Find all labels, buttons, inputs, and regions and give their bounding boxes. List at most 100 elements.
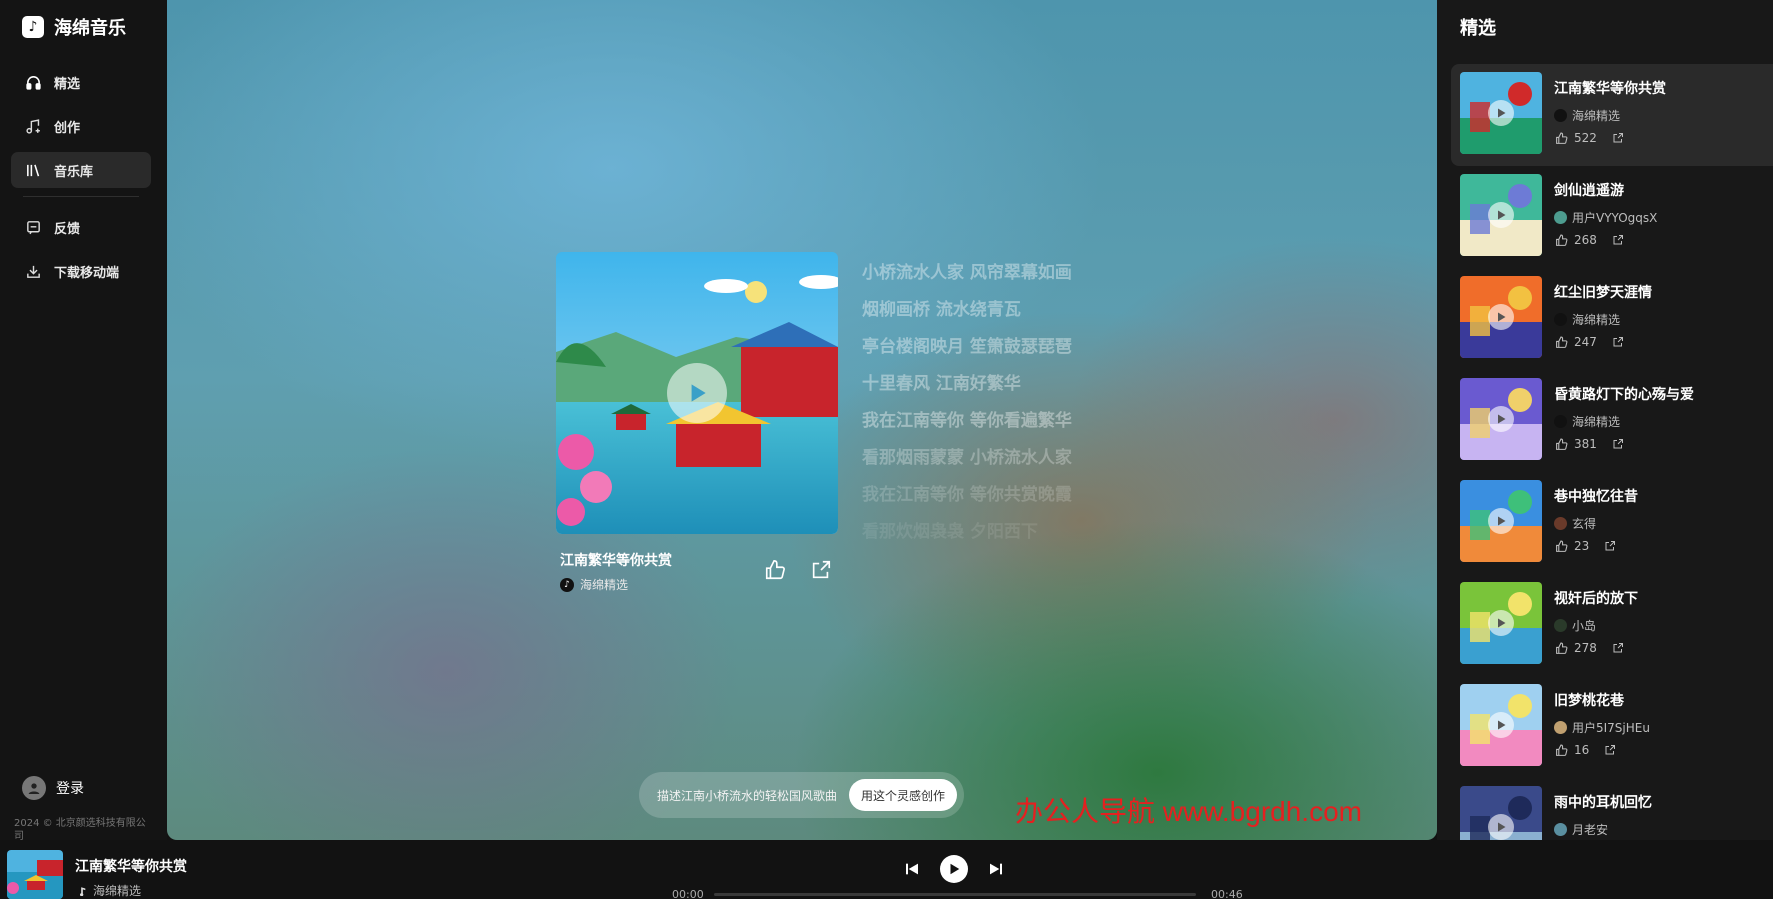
featured-title[interactable]: 旧梦桃花巷 — [1554, 690, 1624, 710]
featured-title[interactable]: 红尘旧梦天涯情 — [1554, 282, 1652, 302]
panel-title: 精选 — [1460, 18, 1496, 39]
library-icon — [24, 161, 42, 179]
play-icon — [1498, 618, 1506, 628]
share-icon — [1613, 133, 1623, 143]
featured-item[interactable]: 昏黄路灯下的心殇与爱 海绵精选 381 — [1451, 370, 1773, 472]
login-button[interactable]: 登录 — [22, 776, 84, 800]
play-icon — [950, 863, 960, 875]
sidebar-item-download[interactable]: 下载移动端 — [11, 253, 151, 289]
share-button[interactable] — [1603, 743, 1617, 757]
featured-author[interactable]: 月老安 — [1554, 821, 1608, 838]
album-cover[interactable] — [556, 252, 838, 534]
featured-play-button[interactable] — [1488, 406, 1514, 432]
featured-author[interactable]: 玄得 — [1554, 515, 1596, 532]
featured-play-button[interactable] — [1488, 202, 1514, 228]
featured-thumbnail[interactable] — [1460, 582, 1542, 664]
skip-forward-icon — [990, 863, 1002, 875]
like-button[interactable] — [1554, 335, 1568, 349]
prompt-text: 描述江南小桥流水的轻松国风歌曲 — [657, 788, 838, 803]
like-button[interactable] — [1554, 437, 1568, 451]
featured-title[interactable]: 巷中独忆往昔 — [1554, 486, 1638, 506]
play-icon — [1498, 516, 1506, 526]
featured-thumbnail[interactable] — [1460, 174, 1542, 256]
sidebar-item-library[interactable]: 音乐库 — [11, 152, 151, 188]
featured-play-button[interactable] — [1488, 100, 1514, 126]
featured-author[interactable]: 用户VYYOgqsX — [1554, 209, 1657, 226]
like-button[interactable] — [1554, 233, 1568, 247]
like-button[interactable] — [1554, 539, 1568, 553]
featured-item[interactable]: 视奸后的放下 小岛 278 — [1451, 574, 1773, 676]
next-button[interactable] — [984, 857, 1008, 881]
player-artist[interactable]: 海绵精选 — [77, 882, 141, 899]
featured-title[interactable]: 江南繁华等你共赏 — [1554, 78, 1666, 98]
like-count: 247 — [1574, 335, 1597, 349]
song-artist[interactable]: ♪ 海绵精选 — [560, 576, 672, 593]
previous-button[interactable] — [900, 857, 924, 881]
featured-play-button[interactable] — [1488, 508, 1514, 534]
featured-item[interactable]: 雨中的耳机回忆月老安 — [1451, 778, 1773, 840]
featured-play-button[interactable] — [1488, 712, 1514, 738]
featured-item[interactable]: 旧梦桃花巷用户5I7SjHEu 16 — [1451, 676, 1773, 778]
cover-play-button[interactable] — [667, 363, 727, 423]
player-song-title[interactable]: 江南繁华等你共赏 — [75, 856, 187, 876]
sidebar-item-label: 反馈 — [54, 221, 81, 237]
featured-thumbnail[interactable] — [1460, 684, 1542, 766]
share-button[interactable] — [1611, 131, 1625, 145]
player-thumbnail[interactable] — [7, 850, 63, 899]
like-button[interactable] — [1554, 743, 1568, 757]
share-button[interactable] — [1611, 335, 1625, 349]
featured-thumbnail[interactable] — [1460, 786, 1542, 840]
share-button[interactable] — [809, 558, 833, 582]
featured-play-button[interactable] — [1488, 610, 1514, 636]
play-pause-button[interactable] — [940, 855, 968, 883]
featured-play-button[interactable] — [1488, 814, 1514, 840]
featured-title[interactable]: 剑仙逍遥游 — [1554, 180, 1624, 200]
share-button[interactable] — [1603, 539, 1617, 553]
play-icon — [1498, 414, 1506, 424]
sidebar-item-featured[interactable]: 精选 — [11, 64, 151, 100]
featured-thumbnail[interactable] — [1460, 378, 1542, 460]
like-button[interactable] — [1554, 641, 1568, 655]
featured-author[interactable]: 海绵精选 — [1554, 311, 1620, 328]
song-info: 江南繁华等你共赏 ♪ 海绵精选 — [560, 550, 672, 593]
featured-play-button[interactable] — [1488, 304, 1514, 330]
featured-item[interactable]: 红尘旧梦天涯情 海绵精选 247 — [1451, 268, 1773, 370]
sidebar-item-create[interactable]: 创作 — [11, 108, 151, 144]
like-count: 268 — [1574, 233, 1597, 247]
featured-item[interactable]: 剑仙逍遥游用户VYYOgqsX 268 — [1451, 166, 1773, 268]
featured-title[interactable]: 昏黄路灯下的心殇与爱 — [1554, 384, 1694, 404]
featured-meta: 16 — [1554, 743, 1617, 757]
featured-title[interactable]: 雨中的耳机回忆 — [1554, 792, 1652, 812]
like-button[interactable] — [1554, 131, 1568, 145]
app-logo[interactable]: ♪ 海绵音乐 — [22, 14, 126, 40]
featured-item[interactable]: 江南繁华等你共赏海绵精选 522 — [1451, 64, 1773, 166]
featured-thumbnail[interactable] — [1460, 72, 1542, 154]
song-title[interactable]: 江南繁华等你共赏 — [560, 550, 672, 570]
inspiration-prompt-bar: 描述江南小桥流水的轻松国风歌曲 用这个灵感创作 — [639, 772, 964, 818]
create-with-inspiration-button[interactable]: 用这个灵感创作 — [849, 779, 958, 811]
progress-bar[interactable] — [714, 893, 1196, 896]
featured-title[interactable]: 视奸后的放下 — [1554, 588, 1638, 608]
thumbs-up-icon — [1555, 234, 1567, 246]
author-name: 月老安 — [1572, 823, 1609, 837]
featured-item[interactable]: 巷中独忆往昔 玄得 23 — [1451, 472, 1773, 574]
share-button[interactable] — [1611, 641, 1625, 655]
featured-panel: 精选 江南繁华等你共赏 海绵精选 522 剑仙逍遥游 用户VYYOgqsX 268 红尘旧梦… — [1437, 0, 1773, 840]
share-button[interactable] — [1611, 233, 1625, 247]
music-note-icon — [79, 886, 86, 896]
thumbs-up-icon — [1555, 540, 1567, 552]
featured-author[interactable]: 小岛 — [1554, 617, 1596, 634]
featured-thumbnail[interactable] — [1460, 480, 1542, 562]
artist-avatar-icon: ♪ — [560, 577, 574, 592]
sidebar-item-feedback[interactable]: 反馈 — [11, 209, 151, 245]
featured-author[interactable]: 海绵精选 — [1554, 413, 1620, 430]
featured-thumbnail[interactable] — [1460, 276, 1542, 358]
author-name: 海绵精选 — [1572, 109, 1621, 123]
like-button[interactable] — [763, 558, 787, 582]
featured-author[interactable]: 用户5I7SjHEu — [1554, 719, 1650, 736]
author-avatar — [1554, 619, 1567, 632]
featured-author[interactable]: 海绵精选 — [1554, 107, 1620, 124]
featured-meta: 522 — [1554, 131, 1625, 145]
share-button[interactable] — [1611, 437, 1625, 451]
thumbs-up-icon — [1555, 336, 1567, 348]
